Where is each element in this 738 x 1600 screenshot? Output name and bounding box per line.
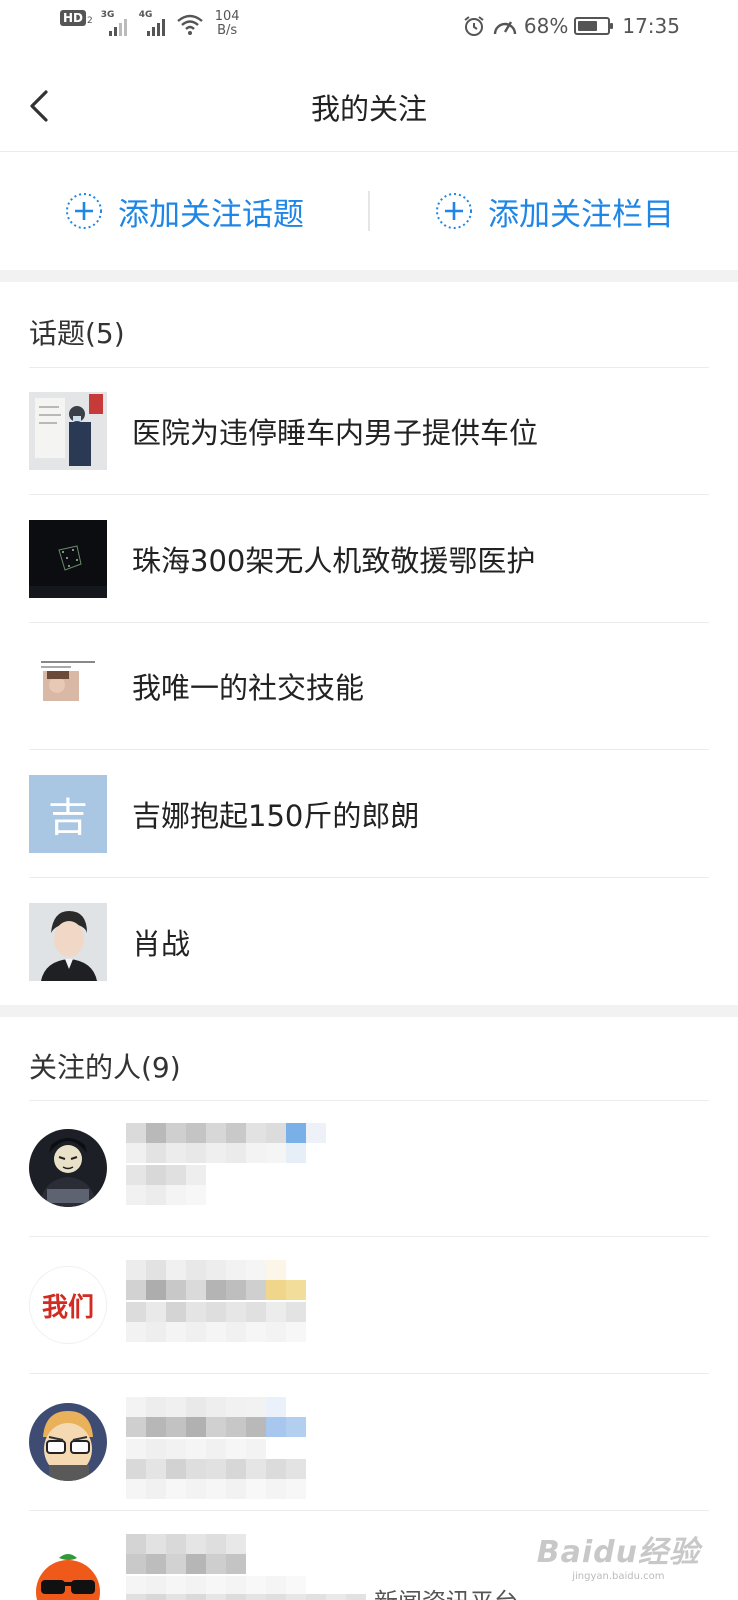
topic-label: 吉娜抱起150斤的郎朗 bbox=[132, 799, 420, 833]
topic-item[interactable]: 我唯一的社交技能 bbox=[29, 623, 709, 750]
followed-person-item[interactable] bbox=[29, 1375, 709, 1511]
avatar bbox=[29, 1403, 107, 1481]
status-right: 68% 17:35 bbox=[462, 14, 680, 38]
speed-value: 104 bbox=[214, 9, 240, 24]
add-topic-button[interactable]: 添加关注话题 bbox=[0, 189, 368, 234]
speed-unit: B/s bbox=[217, 23, 238, 38]
people-heading: 关注的人(9) bbox=[29, 1051, 181, 1084]
wifi-icon bbox=[176, 14, 203, 35]
topic-thumbnail bbox=[29, 647, 107, 725]
topic-label: 医院为违停睡车内男子提供车位 bbox=[132, 416, 539, 450]
page-title: 我的关注 bbox=[310, 92, 427, 126]
signal-3g-icon: 3G bbox=[101, 10, 131, 38]
title-bar: 我的关注 bbox=[0, 62, 738, 152]
topic-item[interactable]: 珠海300架无人机致敬援鄂医护 bbox=[29, 496, 709, 623]
topic-thumbnail: 吉 bbox=[29, 775, 107, 853]
watermark-logo: Baidu经验 bbox=[536, 1535, 700, 1570]
baidu-watermark: Baidu经验 jingyan.baidu.com bbox=[537, 1527, 700, 1582]
battery-icon bbox=[574, 17, 614, 35]
avatar bbox=[29, 1129, 107, 1207]
add-circle-icon bbox=[66, 193, 102, 229]
status-bar: HD 2 3G 4G 104 B/s 68% 17:35 bbox=[0, 0, 738, 56]
topic-item[interactable]: 肖战 bbox=[29, 878, 709, 1005]
network-speed: 104 B/s bbox=[215, 10, 240, 38]
add-circle-icon bbox=[436, 193, 472, 229]
hd-voice-indicator: HD 2 bbox=[60, 10, 93, 26]
topic-thumbnail bbox=[29, 392, 107, 470]
speedometer-icon bbox=[493, 21, 517, 35]
avatar: 我们 bbox=[29, 1266, 107, 1344]
signal-4g-icon: 4G bbox=[139, 10, 169, 38]
topic-thumb-char: 吉 bbox=[48, 795, 88, 841]
battery-level bbox=[578, 21, 598, 31]
followed-person-item[interactable] bbox=[29, 1101, 709, 1237]
add-column-label: 添加关注栏目 bbox=[488, 196, 674, 233]
topic-thumbnail bbox=[29, 902, 107, 981]
topic-thumbnail bbox=[29, 520, 107, 598]
followed-person-item[interactable]: 我们 bbox=[29, 1238, 709, 1374]
section-gap bbox=[0, 270, 738, 282]
topic-label: 珠海300架无人机致敬援鄂医护 bbox=[132, 544, 536, 578]
add-actions-row: 添加关注话题 添加关注栏目 bbox=[0, 152, 738, 270]
topic-item[interactable]: 医院为违停睡车内男子提供车位 bbox=[29, 368, 709, 495]
topic-label: 肖战 bbox=[132, 926, 191, 961]
clock-time: 17:35 bbox=[622, 14, 680, 38]
topic-item[interactable]: 吉 吉娜抱起150斤的郎朗 bbox=[29, 751, 709, 878]
add-topic-label: 添加关注话题 bbox=[118, 196, 304, 233]
watermark-url: jingyan.baidu.com bbox=[572, 1571, 665, 1582]
person-description-partial: 新闻资讯平台 bbox=[374, 1582, 518, 1600]
hd-sub: 2 bbox=[87, 16, 93, 26]
topic-label: 我唯一的社交技能 bbox=[132, 671, 365, 705]
section-gap bbox=[0, 1005, 738, 1017]
status-left: HD 2 3G 4G 104 B/s bbox=[60, 10, 240, 38]
battery-percent: 68% bbox=[523, 14, 569, 38]
avatar-text: 我们 bbox=[41, 1292, 94, 1323]
add-column-button[interactable]: 添加关注栏目 bbox=[370, 189, 738, 234]
alarm-icon bbox=[464, 16, 484, 36]
hd-label: HD bbox=[60, 10, 87, 26]
topics-heading: 话题(5) bbox=[29, 317, 125, 350]
avatar bbox=[29, 1546, 107, 1600]
